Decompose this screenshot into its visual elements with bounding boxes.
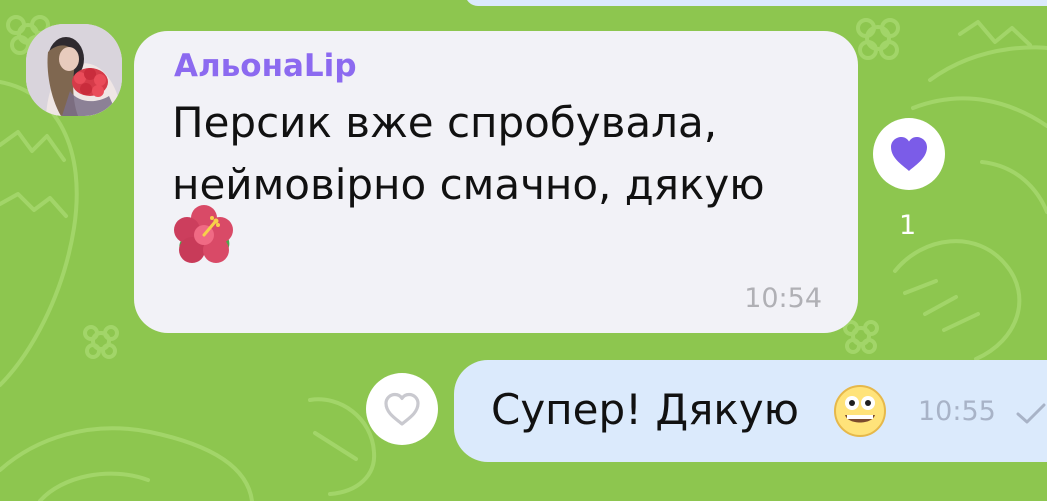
heart-icon: [891, 137, 927, 171]
sender-avatar[interactable]: [26, 24, 122, 116]
grinning-face-icon: [834, 385, 886, 437]
avatar-photo: [26, 24, 122, 116]
incoming-message-bubble[interactable]: АльонаLip Персик вже спробувала, неймові…: [134, 31, 858, 333]
hibiscus-icon: [174, 205, 233, 263]
add-reaction-button[interactable]: [366, 373, 438, 445]
message-status-check: [1016, 403, 1046, 424]
single-check-icon: [1015, 401, 1047, 425]
sender-name[interactable]: АльонаLip: [174, 46, 357, 86]
incoming-message-time: 10:54: [744, 283, 822, 314]
previous-message-bubble-edge: [465, 0, 1047, 6]
reaction-count: 1: [899, 210, 917, 241]
grinning-face-emoji: [830, 381, 890, 441]
heart-reaction-button[interactable]: [873, 118, 945, 190]
incoming-message-text: Персик вже спробувала, неймовірно смачно…: [172, 98, 765, 209]
hibiscus-emoji: [170, 202, 238, 270]
outgoing-message-bubble[interactable]: Супер! Дякую 10:55: [454, 360, 1047, 462]
outgoing-message-text: Супер! Дякую: [491, 385, 799, 434]
outgoing-message-time: 10:55: [918, 396, 996, 427]
heart-outline-icon: [384, 392, 420, 426]
